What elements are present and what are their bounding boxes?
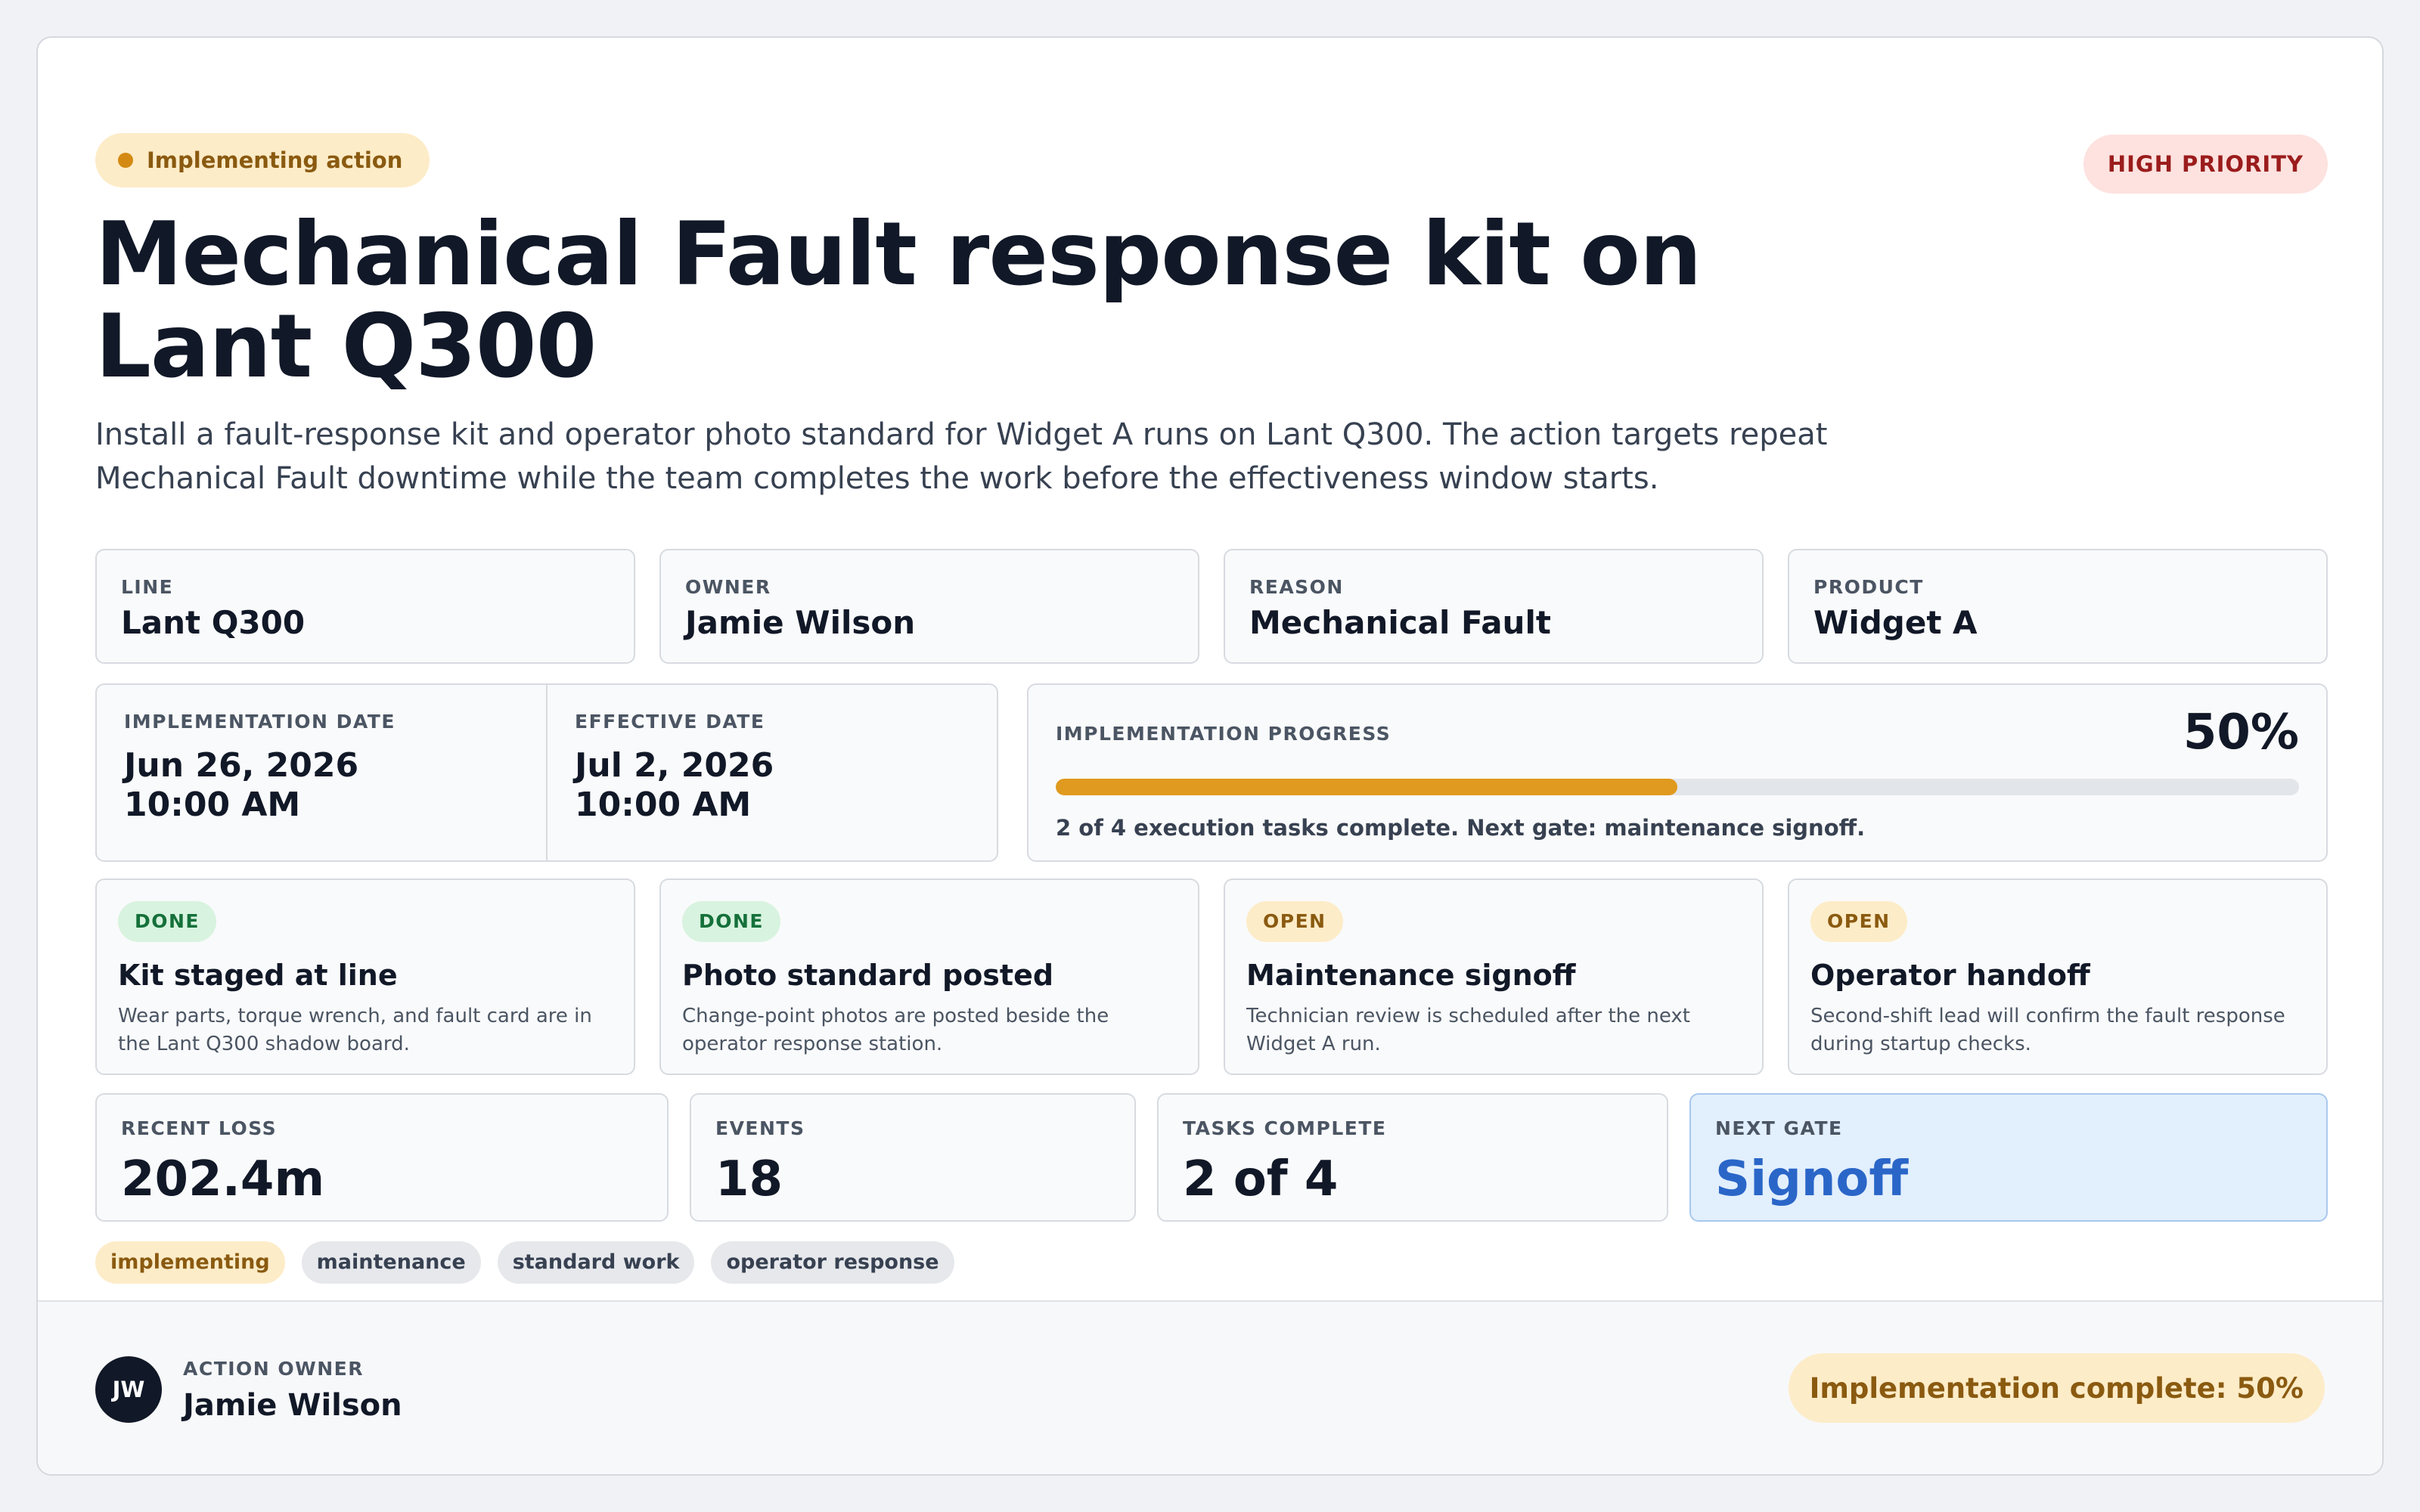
task-title: Maintenance signoff <box>1246 959 1576 992</box>
metric-label: TASKS COMPLETE <box>1183 1117 1387 1139</box>
task-title: Kit staged at line <box>118 959 398 992</box>
metric-value: 2 of 4 <box>1183 1151 1339 1207</box>
field-label: PRODUCT <box>1813 576 1924 598</box>
completion-badge: Implementation complete: 50% <box>1788 1353 2325 1423</box>
status-dot-icon <box>118 153 133 168</box>
field-value: Jamie Wilson <box>685 604 916 641</box>
effective-date-value: Jul 2, 2026 10:00 AM <box>575 746 970 825</box>
task-status-badge: OPEN <box>1246 901 1343 942</box>
tag-chip[interactable]: standard work <box>497 1241 695 1284</box>
metric-label: RECENT LOSS <box>121 1117 278 1139</box>
task-text: Second-shift lead will confirm the fault… <box>1810 1005 2285 1055</box>
progress-track <box>1056 779 2299 795</box>
effective-date-label: EFFECTIVE DATE <box>575 711 765 733</box>
task-text: Wear parts, torque wrench, and fault car… <box>118 1005 592 1055</box>
field-label: REASON <box>1249 576 1344 598</box>
implementation-date: Jun 26, 2026 <box>124 746 359 785</box>
effective-date-cell: EFFECTIVE DATE Jul 2, 2026 10:00 AM <box>546 685 997 860</box>
metric-tasks-complete: TASKS COMPLETE 2 of 4 <box>1157 1093 1668 1222</box>
status-label: Implementing action <box>147 147 403 173</box>
task-card: DONE Kit staged at line Wear parts, torq… <box>95 878 635 1075</box>
page-title: Mechanical Fault response kit on Lant Q3… <box>95 203 1702 398</box>
task-title: Photo standard posted <box>682 959 1054 992</box>
metric-value: Signoff <box>1715 1151 1909 1207</box>
avatar: JW <box>95 1356 162 1423</box>
progress-fill <box>1056 779 1677 795</box>
metric-value: 18 <box>715 1151 783 1207</box>
owner-name: Jamie Wilson <box>183 1388 402 1423</box>
task-status-badge: OPEN <box>1810 901 1907 942</box>
task-status-badge: DONE <box>682 901 781 942</box>
progress-percent: 50% <box>2183 705 2299 761</box>
field-value: Mechanical Fault <box>1249 604 1551 641</box>
task-card: OPEN Operator handoff Second-shift lead … <box>1788 878 2328 1075</box>
action-card: Implementing action HIGH PRIORITY Mechan… <box>36 36 2384 1476</box>
task-card: DONE Photo standard posted Change-point … <box>659 878 1199 1075</box>
effective-time: 10:00 AM <box>575 785 752 824</box>
metric-value: 202.4m <box>121 1151 325 1207</box>
task-text: Change-point photos are posted beside th… <box>682 1005 1109 1055</box>
progress-note: 2 of 4 execution tasks complete. Next ga… <box>1056 815 1866 841</box>
implementation-date-value: Jun 26, 2026 10:00 AM <box>124 746 519 825</box>
task-status-badge: DONE <box>118 901 217 942</box>
field-label: OWNER <box>685 576 771 598</box>
implementation-date-label: IMPLEMENTATION DATE <box>124 711 396 733</box>
card-footer: JW ACTION OWNER Jamie Wilson Implementat… <box>38 1300 2382 1474</box>
metric-label: NEXT GATE <box>1715 1117 1843 1139</box>
task-text: Technician review is scheduled after the… <box>1246 1005 1691 1055</box>
metric-label: EVENTS <box>715 1117 805 1139</box>
tag-list: implementing maintenance standard work o… <box>95 1241 954 1284</box>
implementation-progress: IMPLEMENTATION PROGRESS 50% 2 of 4 execu… <box>1027 683 2328 862</box>
field-label: LINE <box>121 576 174 598</box>
metric-events: EVENTS 18 <box>690 1093 1136 1222</box>
progress-label: IMPLEMENTATION PROGRESS <box>1056 723 1392 745</box>
task-title: Operator handoff <box>1810 959 2090 992</box>
field-value: Widget A <box>1813 604 1978 641</box>
implementation-date-cell: IMPLEMENTATION DATE Jun 26, 2026 10:00 A… <box>97 685 546 860</box>
effective-date: Jul 2, 2026 <box>575 746 774 785</box>
priority-badge: HIGH PRIORITY <box>2083 135 2328 194</box>
owner-label: ACTION OWNER <box>183 1358 365 1380</box>
field-value: Lant Q300 <box>121 604 306 641</box>
tag-chip[interactable]: implementing <box>95 1241 285 1284</box>
metric-recent-loss: RECENT LOSS 202.4m <box>95 1093 669 1222</box>
implementation-time: 10:00 AM <box>124 785 301 824</box>
metric-next-gate: NEXT GATE Signoff <box>1689 1093 2328 1222</box>
dates-panel: IMPLEMENTATION DATE Jun 26, 2026 10:00 A… <box>95 683 998 862</box>
tag-chip[interactable]: operator response <box>711 1241 954 1284</box>
tag-chip[interactable]: maintenance <box>301 1241 481 1284</box>
status-badge: Implementing action <box>95 133 430 187</box>
field-product: PRODUCT Widget A <box>1788 549 2328 664</box>
field-line: LINE Lant Q300 <box>95 549 635 664</box>
action-description: Install a fault-response kit and operato… <box>95 417 1828 496</box>
field-owner: OWNER Jamie Wilson <box>659 549 1199 664</box>
field-reason: REASON Mechanical Fault <box>1224 549 1764 664</box>
task-card: OPEN Maintenance signoff Technician revi… <box>1224 878 1764 1075</box>
